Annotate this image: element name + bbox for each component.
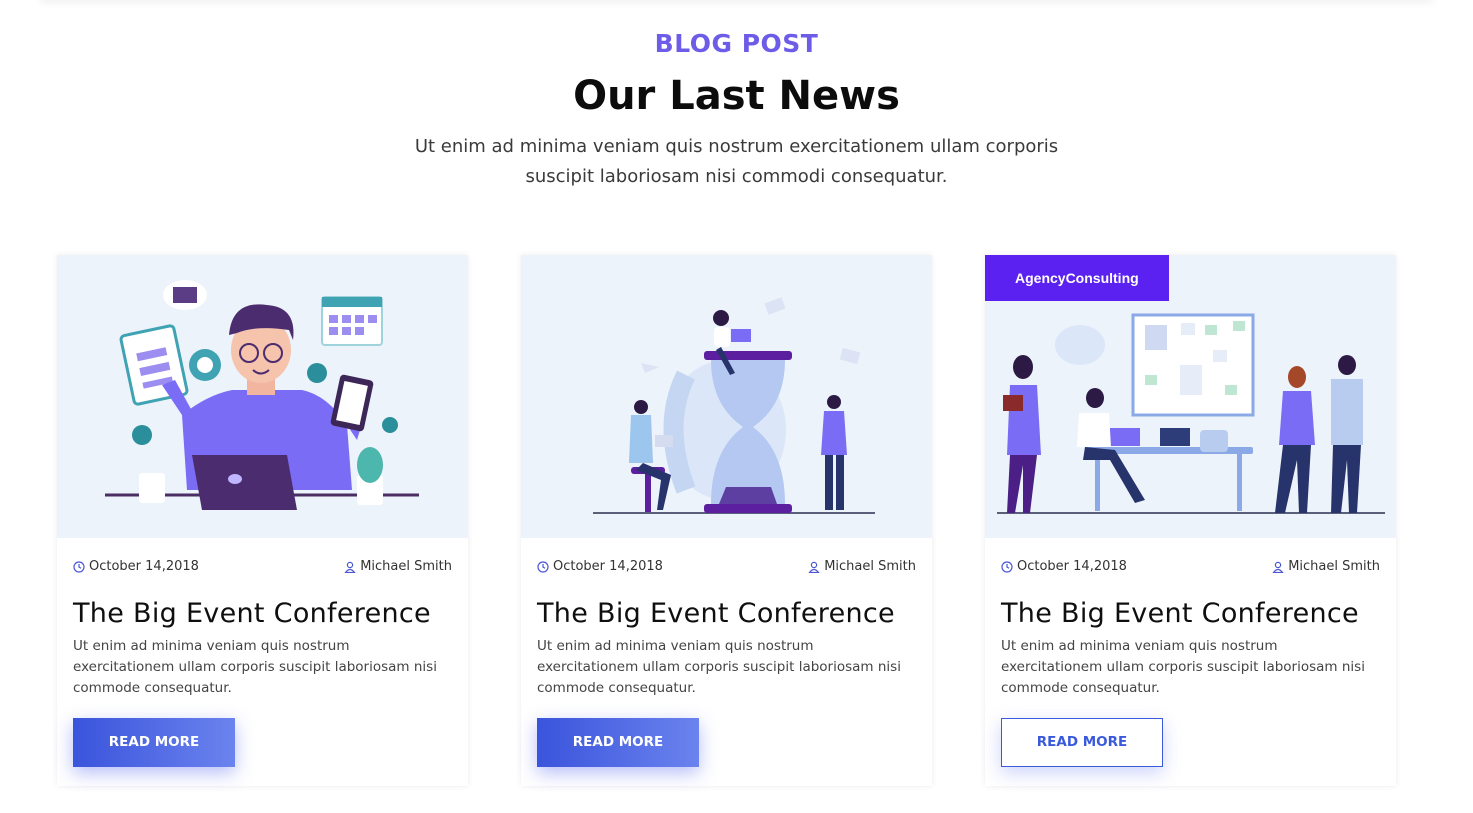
post-author-text: Michael Smith	[824, 559, 916, 574]
card-image[interactable]	[521, 255, 932, 538]
user-icon	[344, 561, 356, 573]
blog-card-3[interactable]: AgencyConsulting October 14,2018 Michael…	[985, 255, 1396, 786]
developer-with-laptop-illustration	[105, 280, 419, 510]
card-excerpt: Ut enim ad minima veniam quis nostrum ex…	[1001, 638, 1365, 696]
card-image[interactable]	[57, 255, 468, 538]
post-author[interactable]: Michael Smith	[344, 559, 452, 574]
section-header: BLOG POST Our Last News Ut enim ad minim…	[0, 28, 1473, 192]
card-title[interactable]: The Big Event Conference	[73, 595, 431, 633]
user-icon	[1272, 561, 1284, 573]
read-more-button[interactable]: READ MORE	[73, 718, 235, 767]
card-meta: October 14,2018 Michael Smith	[1001, 559, 1380, 577]
clock-icon	[1001, 560, 1013, 573]
read-more-button[interactable]: READ MORE	[537, 718, 699, 767]
card-title[interactable]: The Big Event Conference	[537, 595, 895, 633]
post-author-text: Michael Smith	[1288, 559, 1380, 574]
post-date[interactable]: October 14,2018	[73, 559, 199, 574]
post-date[interactable]: October 14,2018	[537, 559, 663, 574]
post-author[interactable]: Michael Smith	[808, 559, 916, 574]
card-excerpt: Ut enim ad minima veniam quis nostrum ex…	[537, 638, 901, 696]
clock-icon	[537, 560, 549, 573]
post-date-text: October 14,2018	[89, 559, 199, 574]
section-kicker: BLOG POST	[654, 29, 819, 58]
blog-card-1[interactable]: October 14,2018 Michael Smith The Big Ev…	[57, 255, 468, 786]
read-more-button[interactable]: READ MORE	[1001, 718, 1163, 767]
card-image[interactable]: AgencyConsulting	[985, 255, 1396, 538]
card-meta: October 14,2018 Michael Smith	[537, 559, 916, 577]
post-author-text: Michael Smith	[360, 559, 452, 574]
post-author[interactable]: Michael Smith	[1272, 559, 1380, 574]
post-date-text: October 14,2018	[553, 559, 663, 574]
card-excerpt: Ut enim ad minima veniam quis nostrum ex…	[73, 638, 437, 696]
clock-icon	[73, 560, 85, 573]
post-date[interactable]: October 14,2018	[1001, 559, 1127, 574]
post-date-text: October 14,2018	[1017, 559, 1127, 574]
card-title[interactable]: The Big Event Conference	[1001, 595, 1359, 633]
section-intro: Ut enim ad minima veniam quis nostrum ex…	[414, 136, 1059, 187]
blog-card-2[interactable]: October 14,2018 Michael Smith The Big Ev…	[521, 255, 932, 786]
category-tag[interactable]: AgencyConsulting	[985, 255, 1169, 301]
user-icon	[808, 561, 820, 573]
card-meta: October 14,2018 Michael Smith	[73, 559, 452, 577]
hourglass-team-illustration	[593, 297, 875, 514]
section-title: Our Last News	[573, 73, 900, 119]
